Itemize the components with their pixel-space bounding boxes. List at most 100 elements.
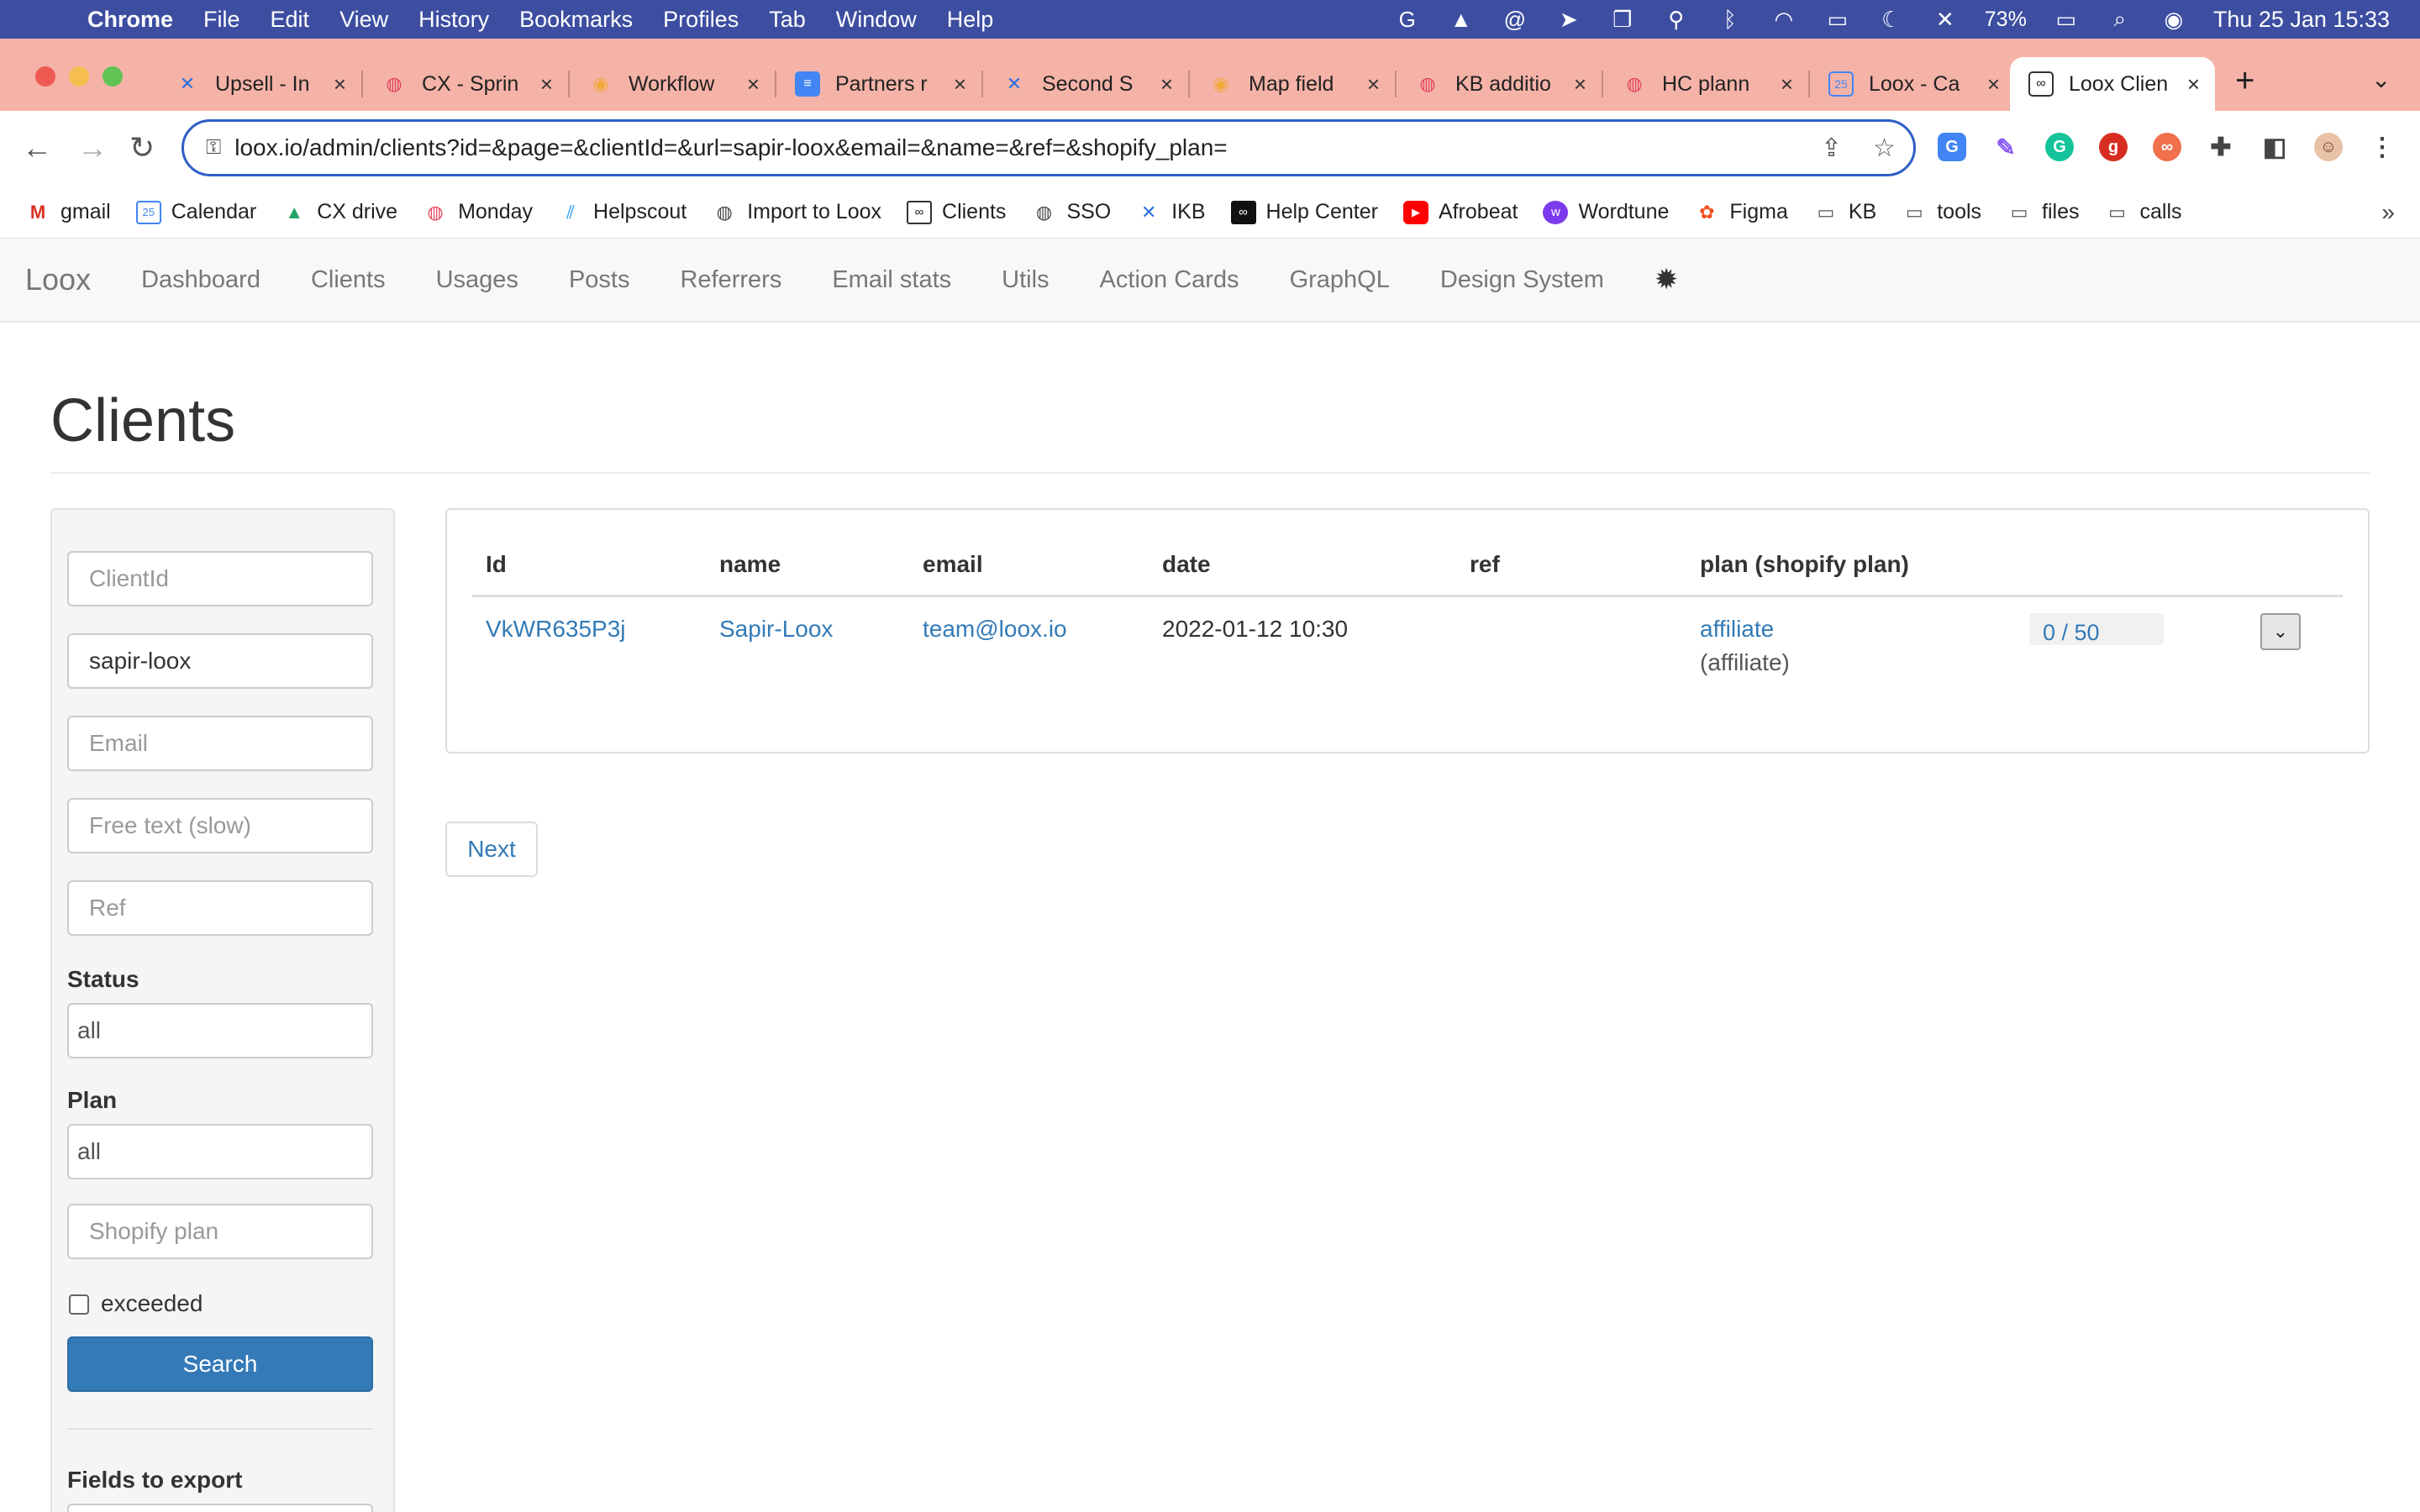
bookmark-calls[interactable]: ▭ calls xyxy=(2105,200,2181,224)
translate-extension-icon[interactable]: G xyxy=(1938,133,1966,161)
zoom-window-button[interactable] xyxy=(103,66,123,87)
menu-app-name[interactable]: Chrome xyxy=(87,7,173,33)
usb-status-icon[interactable]: ⚲ xyxy=(1662,7,1691,32)
tab-loox-clients[interactable]: ∞ Loox Clien × xyxy=(2010,57,2215,111)
grammarly-status-icon[interactable]: G xyxy=(1393,7,1422,32)
close-icon[interactable]: × xyxy=(747,71,760,97)
address-url[interactable]: loox.io/admin/clients?id=&page=&clientId… xyxy=(234,134,1227,161)
spotlight-search-icon[interactable]: ⌕ xyxy=(2106,6,2134,32)
nav-referrers[interactable]: Referrers xyxy=(680,266,781,294)
share-icon[interactable]: ⇪ xyxy=(1821,134,1842,163)
close-icon[interactable]: × xyxy=(1987,71,2000,97)
menu-profiles[interactable]: Profiles xyxy=(663,7,739,33)
tab-hc-planning[interactable]: ◍ HC plann × xyxy=(1603,57,1808,111)
wifi-icon[interactable]: ◠ xyxy=(1770,7,1798,32)
bookmark-monday[interactable]: ◍ Monday xyxy=(423,200,533,224)
menu-window[interactable]: Window xyxy=(836,7,917,33)
menu-bookmarks[interactable]: Bookmarks xyxy=(519,7,633,33)
close-icon[interactable]: × xyxy=(1574,71,1586,97)
forward-button[interactable]: → xyxy=(77,130,108,165)
menu-history[interactable]: History xyxy=(418,7,489,33)
back-button[interactable]: ← xyxy=(22,130,52,165)
bookmark-afrobeat[interactable]: ▶ Afrobeat xyxy=(1402,200,1518,224)
bookmark-import-to-loox[interactable]: ◍ Import to Loox xyxy=(712,200,881,224)
minimize-window-button[interactable] xyxy=(69,66,89,87)
site-info-icon[interactable]: ⚿ xyxy=(206,136,221,160)
profile-avatar[interactable]: ☺ xyxy=(2314,133,2343,161)
loox-extension-icon[interactable]: ∞ xyxy=(2153,133,2181,161)
bookmark-kb[interactable]: ▭ KB xyxy=(1813,200,1876,224)
exceeded-checkbox[interactable] xyxy=(69,1294,89,1315)
client-id-link[interactable]: VkWR635P3j xyxy=(486,616,626,643)
bookmark-sso[interactable]: ◍ SSO xyxy=(1031,200,1111,224)
close-window-button[interactable] xyxy=(35,66,55,87)
client-name-link[interactable]: Sapir-Loox xyxy=(719,616,833,643)
close-icon[interactable]: × xyxy=(954,71,966,97)
theme-toggle-icon[interactable]: ✹ xyxy=(1655,263,1679,297)
client-id-input[interactable]: ClientId xyxy=(67,551,373,606)
next-page-button[interactable]: Next xyxy=(445,822,538,877)
menu-edit[interactable]: Edit xyxy=(271,7,310,33)
tab-workflow[interactable]: ◉ Workflow × xyxy=(570,57,775,111)
brand-logo[interactable]: Loox xyxy=(25,262,91,297)
nav-clients[interactable]: Clients xyxy=(311,266,386,294)
fields-to-export-select[interactable] xyxy=(67,1504,373,1512)
bookmark-figma[interactable]: ✿ Figma xyxy=(1694,200,1788,224)
bookmark-files[interactable]: ▭ files xyxy=(2007,200,2080,224)
drive-status-icon[interactable]: ▲ xyxy=(1447,7,1476,32)
tab-upsell[interactable]: ✕ Upsell - In × xyxy=(156,57,361,111)
url-input[interactable]: sapir-loox xyxy=(67,633,373,689)
close-icon[interactable]: × xyxy=(2187,71,2200,97)
row-actions-dropdown-button[interactable]: ⌄ xyxy=(2260,613,2301,650)
close-icon[interactable]: × xyxy=(540,71,553,97)
bluetooth-icon[interactable]: ᛒ xyxy=(1716,7,1744,32)
moon-icon[interactable]: ☾ xyxy=(1877,7,1906,32)
bookmark-ikb[interactable]: ✕ IKB xyxy=(1136,200,1206,224)
menu-help[interactable]: Help xyxy=(947,7,994,33)
menu-tab[interactable]: Tab xyxy=(769,7,806,33)
bookmark-calendar[interactable]: 25 Calendar xyxy=(135,200,256,224)
bookmark-help-center[interactable]: ∞ Help Center xyxy=(1230,200,1378,224)
ref-input[interactable]: Ref xyxy=(67,880,373,936)
address-bar[interactable]: ⚿ loox.io/admin/clients?id=&page=&client… xyxy=(182,119,1916,176)
extensions-puzzle-icon[interactable]: ✚ xyxy=(2207,133,2235,161)
g-extension-icon[interactable]: g xyxy=(2099,133,2128,161)
free-text-input[interactable]: Free text (slow) xyxy=(67,798,373,853)
bookmark-wordtune[interactable]: w Wordtune xyxy=(1543,200,1669,224)
pen-extension-icon[interactable]: ✎ xyxy=(1991,133,2020,161)
bookmark-cx-drive[interactable]: ▲ CX drive xyxy=(281,200,397,224)
grammarly-extension-icon[interactable]: G xyxy=(2045,133,2074,161)
exceeded-label[interactable]: exceeded xyxy=(101,1290,203,1317)
tab-cx-sprint[interactable]: ◍ CX - Sprin × xyxy=(363,57,568,111)
bookmark-clients[interactable]: ∞ Clients xyxy=(907,200,1006,224)
nav-usages[interactable]: Usages xyxy=(436,266,518,294)
nav-graphql[interactable]: GraphQL xyxy=(1290,266,1390,294)
at-status-icon[interactable]: @ xyxy=(1501,7,1529,32)
tab-loox-calendar[interactable]: 25 Loox - Ca × xyxy=(1810,57,2015,111)
close-icon[interactable]: × xyxy=(1781,71,1793,97)
shopify-plan-input[interactable]: Shopify plan xyxy=(67,1204,373,1259)
nav-dashboard[interactable]: Dashboard xyxy=(141,266,260,294)
tab-kb-addition[interactable]: ◍ KB additio × xyxy=(1397,57,1602,111)
reload-button[interactable]: ↻ xyxy=(129,130,155,165)
search-button[interactable]: Search xyxy=(67,1336,373,1392)
nav-posts[interactable]: Posts xyxy=(569,266,630,294)
bookmark-gmail[interactable]: Mgmail xyxy=(25,200,111,224)
more-bookmarks-icon[interactable]: » xyxy=(2381,199,2395,226)
tab-partners[interactable]: ≡ Partners r × xyxy=(776,57,981,111)
x-status-icon[interactable]: ✕ xyxy=(1931,7,1960,32)
close-icon[interactable]: × xyxy=(1367,71,1380,97)
plan-select[interactable]: all xyxy=(67,1124,373,1179)
bookmark-tools[interactable]: ▭ tools xyxy=(1902,200,1981,224)
close-icon[interactable]: × xyxy=(334,71,346,97)
client-plan-link[interactable]: affiliate xyxy=(1700,616,1774,643)
nav-email-stats[interactable]: Email stats xyxy=(832,266,951,294)
tab-map-field[interactable]: ◉ Map field × xyxy=(1190,57,1395,111)
plane-status-icon[interactable]: ➤ xyxy=(1555,7,1583,32)
menu-view[interactable]: View xyxy=(339,7,388,33)
nav-action-cards[interactable]: Action Cards xyxy=(1100,266,1239,294)
control-center-icon[interactable]: ◉ xyxy=(2160,7,2188,32)
status-select[interactable]: all xyxy=(67,1003,373,1058)
tab-second-s[interactable]: ✕ Second S × xyxy=(983,57,1188,111)
bookmark-star-icon[interactable]: ☆ xyxy=(1873,134,1896,163)
